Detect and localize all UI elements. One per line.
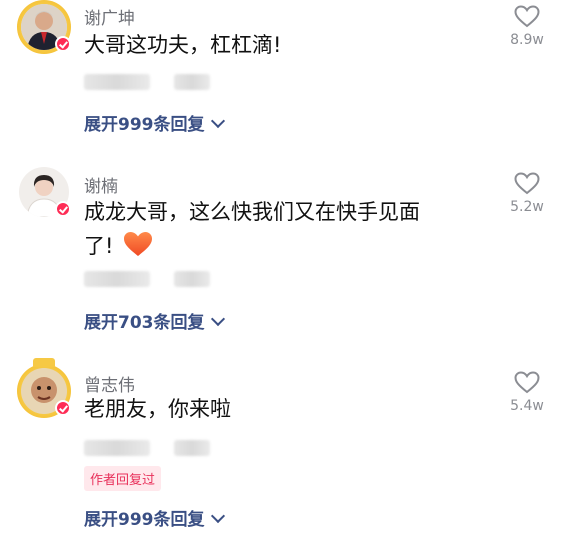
blurred-meta (174, 440, 210, 456)
crown-icon (33, 358, 55, 367)
expand-replies-button[interactable]: 展开999条回复 (84, 110, 225, 135)
commenter-name[interactable]: 谢楠 (84, 172, 118, 197)
like-count: 5.4w (510, 398, 544, 414)
comment-text: 成龙大哥，这么快我们又在快手见面 了! (84, 195, 464, 267)
blurred-meta (84, 74, 150, 90)
chevron-down-icon (210, 113, 225, 129)
heart-emoji-icon (123, 231, 153, 267)
comment-item: 谢楠 成龙大哥，这么快我们又在快手见面 了! 5.2w 展开703条回复 (0, 165, 569, 355)
like-button[interactable]: 5.2w (510, 172, 544, 215)
avatar[interactable] (17, 358, 71, 418)
expand-replies-label: 展开703条回复 (84, 313, 205, 333)
avatar[interactable] (17, 0, 71, 54)
comment-text: 老朋友，你来啦 (84, 397, 231, 421)
like-count: 8.9w (510, 32, 544, 48)
verified-badge-icon (55, 36, 71, 52)
avatar[interactable] (17, 165, 71, 219)
like-button[interactable]: 8.9w (510, 5, 544, 48)
verified-badge-icon (55, 400, 71, 416)
commenter-name[interactable]: 谢广坤 (84, 4, 135, 29)
comment-text-line-2: 了! (84, 234, 114, 258)
chevron-down-icon (210, 311, 225, 327)
expand-replies-button[interactable]: 展开703条回复 (84, 308, 225, 333)
author-replied-tag: 作者回复过 (84, 466, 162, 491)
blurred-meta (174, 74, 210, 90)
heart-outline-icon (514, 172, 540, 195)
chevron-down-icon (210, 508, 225, 524)
expand-replies-button[interactable]: 展开999条回复 (84, 505, 225, 530)
comment-item: 谢广坤 大哥这功夫，杠杠滴! 8.9w 展开999条回复 (0, 0, 569, 160)
expand-replies-label: 展开999条回复 (84, 510, 205, 530)
comment-text-line: 成龙大哥，这么快我们又在快手见面 (84, 200, 420, 224)
comment-text: 大哥这功夫，杠杠滴! (84, 33, 282, 57)
verified-badge-icon (55, 201, 71, 217)
like-button[interactable]: 5.4w (510, 371, 544, 414)
blurred-meta (84, 271, 150, 287)
heart-outline-icon (514, 5, 540, 28)
blurred-meta (174, 271, 210, 287)
comment-text-line: 了! (84, 229, 464, 267)
like-count: 5.2w (510, 199, 544, 215)
comment-item: 曾志伟 老朋友，你来啦 5.4w 作者回复过 展开999条回复 (0, 358, 569, 536)
expand-replies-label: 展开999条回复 (84, 115, 205, 135)
heart-outline-icon (514, 371, 540, 394)
blurred-meta (84, 440, 150, 456)
